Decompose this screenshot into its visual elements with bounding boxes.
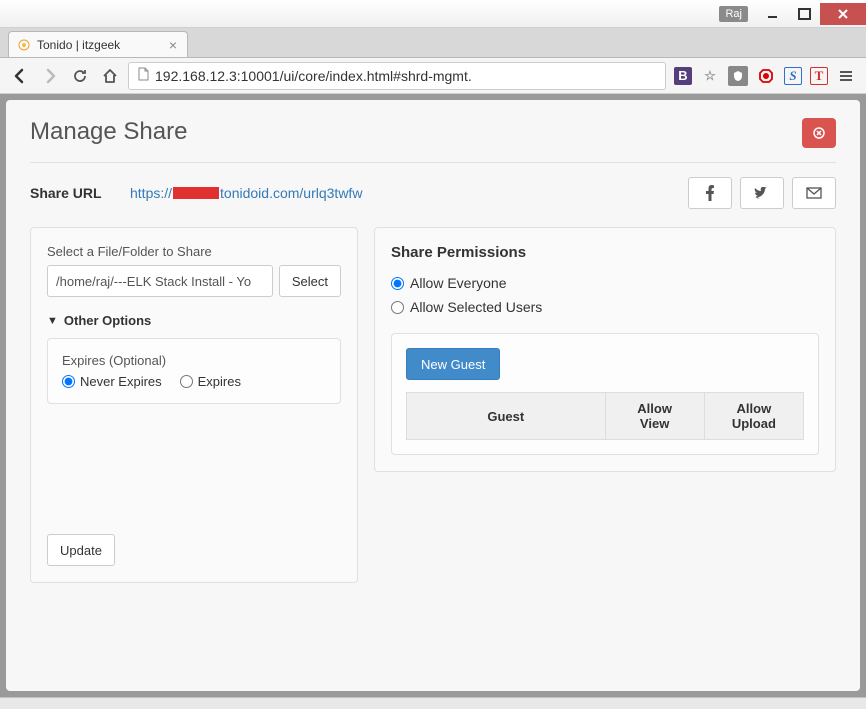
page-title: Manage Share bbox=[30, 118, 187, 146]
address-bar: 192.168.12.3:10001/ui/core/index.html#sh… bbox=[0, 58, 866, 94]
close-icon bbox=[813, 127, 825, 139]
share-twitter-button[interactable] bbox=[740, 177, 784, 209]
nav-forward-button[interactable] bbox=[38, 64, 62, 88]
browser-menu-button[interactable] bbox=[834, 64, 858, 88]
file-select-panel: Select a File/Folder to Share Select ▼ O… bbox=[30, 227, 358, 583]
radio-never-expires[interactable]: Never Expires bbox=[62, 374, 162, 389]
tab-bar: Tonido | itzgeek × bbox=[0, 28, 866, 58]
file-select-label: Select a File/Folder to Share bbox=[47, 244, 341, 259]
browser-tab[interactable]: Tonido | itzgeek × bbox=[8, 31, 188, 57]
url-input[interactable]: 192.168.12.3:10001/ui/core/index.html#sh… bbox=[128, 62, 666, 90]
user-badge: Raj bbox=[719, 6, 748, 22]
ext-s-icon[interactable]: S bbox=[784, 67, 802, 85]
expires-options-box: Expires (Optional) Never Expires Expires bbox=[47, 338, 341, 404]
share-permissions-panel: Share Permissions Allow Everyone Allow S… bbox=[374, 227, 836, 472]
window-minimize-button[interactable] bbox=[756, 3, 788, 25]
guest-table: Guest AllowView AllowUpload bbox=[406, 392, 804, 440]
tab-close-icon[interactable]: × bbox=[167, 37, 179, 53]
th-allow-view: AllowView bbox=[605, 393, 704, 440]
chevron-down-icon: ▼ bbox=[47, 315, 58, 327]
file-path-input[interactable] bbox=[47, 265, 273, 297]
email-icon bbox=[806, 187, 822, 199]
radio-allow-selected[interactable]: Allow Selected Users bbox=[391, 299, 819, 315]
expires-label: Expires (Optional) bbox=[62, 353, 326, 368]
ext-bootstrap-icon[interactable]: B bbox=[674, 67, 692, 85]
share-email-button[interactable] bbox=[792, 177, 836, 209]
other-options-toggle[interactable]: ▼ Other Options bbox=[47, 313, 341, 328]
share-facebook-button[interactable] bbox=[688, 177, 732, 209]
share-url-link[interactable]: https://tonidoid.com/urlq3twfw bbox=[130, 185, 362, 201]
update-button[interactable]: Update bbox=[47, 534, 115, 566]
share-url-label: Share URL bbox=[30, 185, 110, 201]
tab-favicon-icon bbox=[17, 38, 31, 52]
tab-title: Tonido | itzgeek bbox=[37, 38, 167, 52]
nav-back-button[interactable] bbox=[8, 64, 32, 88]
ext-shield-icon[interactable] bbox=[728, 66, 748, 86]
nav-home-button[interactable] bbox=[98, 64, 122, 88]
th-allow-upload: AllowUpload bbox=[704, 393, 803, 440]
bookmark-star-icon[interactable]: ☆ bbox=[700, 66, 720, 86]
close-dialog-button[interactable] bbox=[802, 118, 836, 148]
window-close-button[interactable] bbox=[820, 3, 866, 25]
window-maximize-button[interactable] bbox=[788, 3, 820, 25]
permissions-title: Share Permissions bbox=[391, 244, 819, 261]
taskbar bbox=[0, 697, 866, 709]
ext-adblock-icon[interactable] bbox=[756, 66, 776, 86]
page-viewport: Manage Share Share URL https://tonidoid.… bbox=[0, 94, 866, 697]
radio-expires-input[interactable] bbox=[180, 375, 193, 388]
window-titlebar: Raj bbox=[0, 0, 866, 28]
redacted-segment bbox=[173, 187, 219, 199]
radio-allow-everyone-input[interactable] bbox=[391, 277, 404, 290]
facebook-icon bbox=[705, 185, 715, 201]
guest-panel: New Guest Guest AllowView AllowUpload bbox=[391, 333, 819, 455]
radio-allow-selected-input[interactable] bbox=[391, 301, 404, 314]
select-file-button[interactable]: Select bbox=[279, 265, 341, 297]
page-icon bbox=[137, 67, 149, 84]
twitter-icon bbox=[754, 187, 770, 199]
page-content: Manage Share Share URL https://tonidoid.… bbox=[6, 100, 860, 691]
ext-t-icon[interactable]: T bbox=[810, 67, 828, 85]
radio-allow-everyone[interactable]: Allow Everyone bbox=[391, 275, 819, 291]
url-text: 192.168.12.3:10001/ui/core/index.html#sh… bbox=[155, 68, 472, 84]
nav-reload-button[interactable] bbox=[68, 64, 92, 88]
radio-never-expires-input[interactable] bbox=[62, 375, 75, 388]
new-guest-button[interactable]: New Guest bbox=[406, 348, 500, 380]
radio-expires[interactable]: Expires bbox=[180, 374, 241, 389]
th-guest: Guest bbox=[407, 393, 606, 440]
